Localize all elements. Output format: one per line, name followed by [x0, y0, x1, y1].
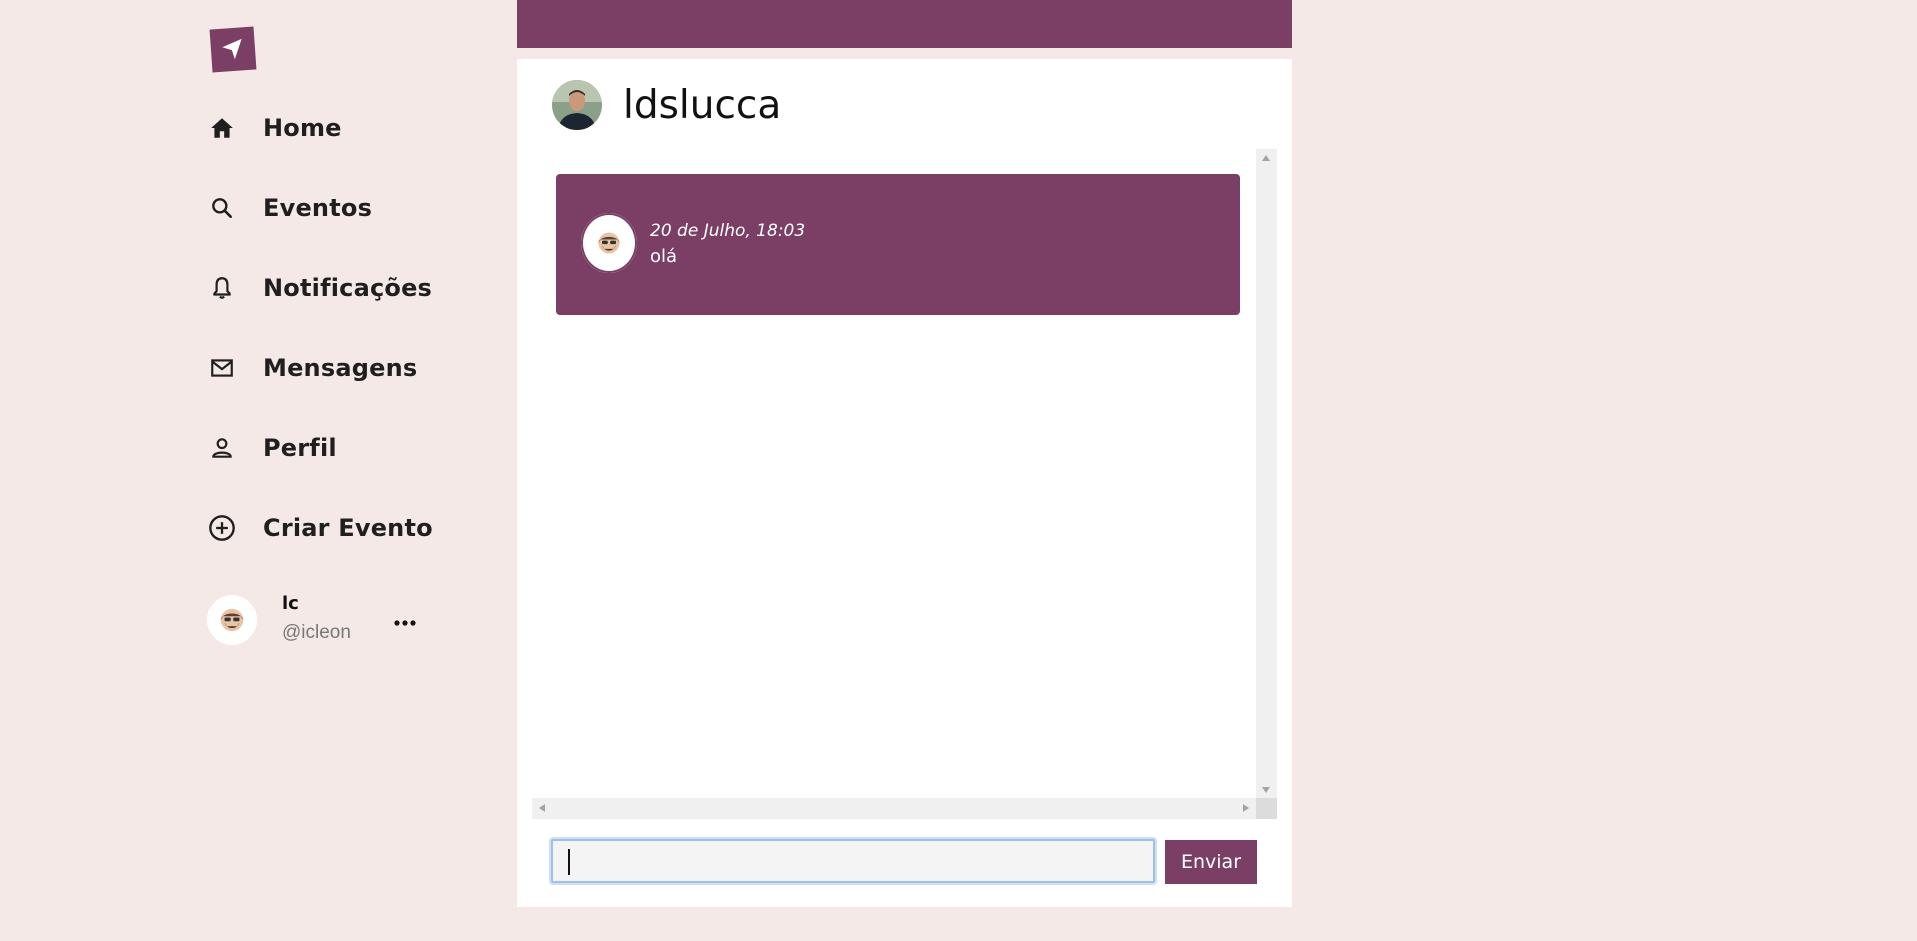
- sidebar-item-label: Home: [263, 114, 342, 142]
- scroll-right-icon[interactable]: [1243, 804, 1249, 812]
- sidebar-item-criar-evento[interactable]: Criar Evento: [205, 508, 485, 548]
- avatar[interactable]: [552, 80, 602, 130]
- paper-plane-icon: [222, 38, 242, 59]
- scroll-left-icon[interactable]: [539, 804, 545, 812]
- message-text: olá: [650, 246, 678, 267]
- person-icon: [205, 431, 239, 465]
- sidebar-item-notificacoes[interactable]: Notificações: [205, 268, 485, 308]
- plus-circle-icon: [205, 511, 239, 545]
- user-name: lc: [282, 593, 299, 614]
- sidebar-item-mensagens[interactable]: Mensagens: [205, 348, 485, 388]
- avatar[interactable]: [207, 595, 257, 645]
- scroll-down-icon[interactable]: [1262, 787, 1270, 793]
- sidebar-item-label: Perfil: [263, 434, 337, 462]
- text-caret: [568, 849, 570, 875]
- scrollbar-corner: [1256, 798, 1277, 819]
- contact-photo-icon: [552, 80, 602, 130]
- message-timestamp: 20 de Julho, 18:03: [650, 221, 806, 241]
- sidebar-item-perfil[interactable]: Perfil: [205, 428, 485, 468]
- sidebar-item-label: Notificações: [263, 274, 433, 302]
- bell-icon: [205, 271, 239, 305]
- more-horizontal-icon[interactable]: [390, 611, 420, 635]
- horizontal-scrollbar[interactable]: [532, 798, 1256, 819]
- contact-name: ldslucca: [623, 82, 782, 128]
- avatar[interactable]: [581, 213, 637, 273]
- sidebar-item-eventos[interactable]: Eventos: [205, 188, 485, 228]
- search-icon: [205, 191, 239, 225]
- message-input[interactable]: [549, 837, 1157, 885]
- memoji-avatar-icon: [598, 232, 620, 254]
- app-logo[interactable]: [209, 26, 257, 73]
- home-icon: [205, 111, 239, 145]
- chat-header: ldslucca: [552, 79, 781, 131]
- chat-panel: ldslucca 20 de Julho, 18:03 olá Enviar: [517, 59, 1292, 907]
- scroll-up-icon[interactable]: [1262, 155, 1270, 161]
- user-handle: @icleon: [282, 622, 351, 643]
- sidebar-item-label: Eventos: [263, 194, 373, 222]
- sidebar-item-label: Criar Evento: [263, 514, 433, 542]
- memoji-avatar-icon: [220, 608, 244, 632]
- message-bubble: 20 de Julho, 18:03 olá: [556, 174, 1240, 315]
- sidebar-item-label: Mensagens: [263, 354, 418, 382]
- sidebar-item-home[interactable]: Home: [205, 108, 485, 148]
- send-button[interactable]: Enviar: [1165, 840, 1257, 884]
- user-card[interactable]: lc @icleon: [207, 593, 507, 653]
- messages-list[interactable]: 20 de Julho, 18:03 olá: [532, 149, 1277, 819]
- vertical-scrollbar[interactable]: [1256, 149, 1277, 799]
- top-bar: [517, 0, 1292, 48]
- mail-icon: [205, 351, 239, 385]
- message-composer: Enviar: [549, 837, 1261, 889]
